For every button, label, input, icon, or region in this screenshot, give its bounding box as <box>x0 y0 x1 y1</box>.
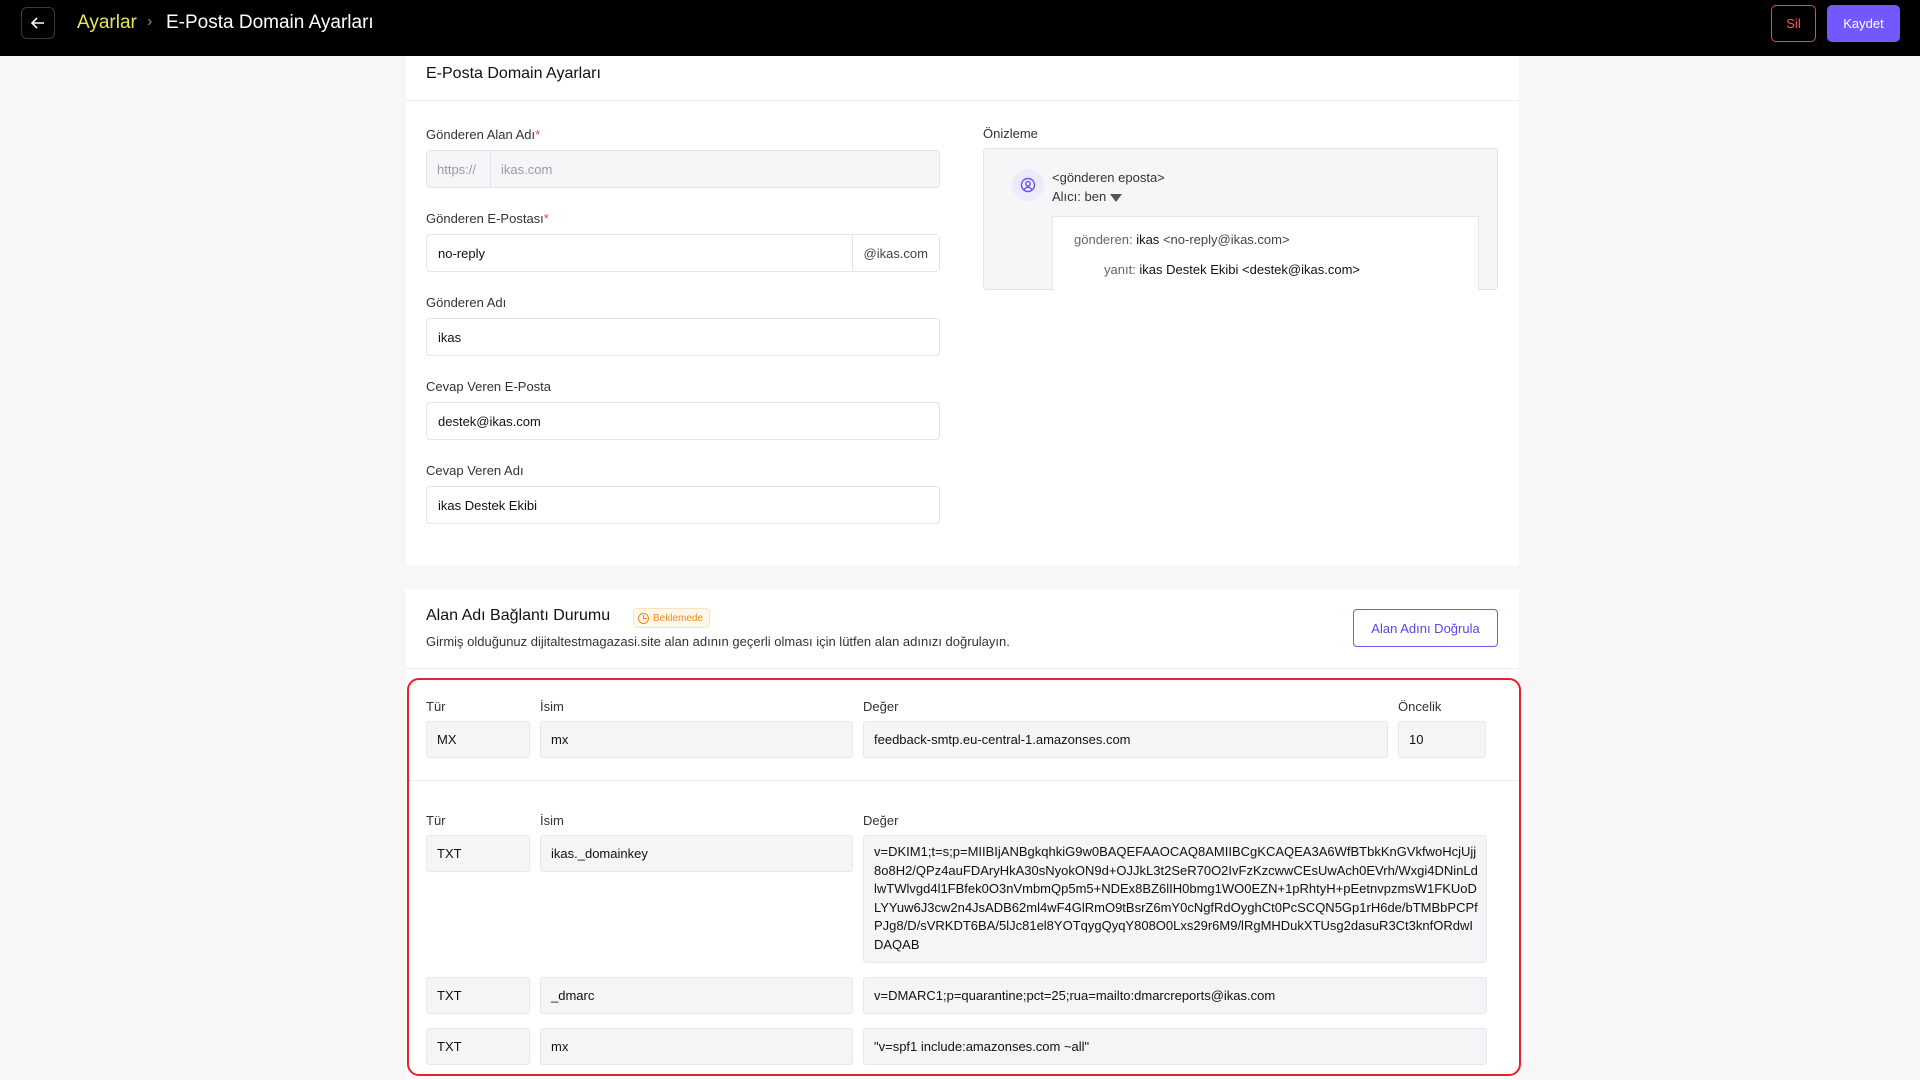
email-domain-settings-card: E-Posta Domain Ayarları Gönderen Alan Ad… <box>406 56 1519 566</box>
sender-name-label: Gönderen Adı <box>426 295 507 310</box>
reply-name-label: Cevap Veren Adı <box>426 463 524 478</box>
sender-name-input[interactable]: ikas <box>426 318 940 356</box>
preview-reply-row: yanıt: ikas Destek Ekibi <destek@ikas.co… <box>1104 262 1360 277</box>
delete-button[interactable]: Sil <box>1771 5 1816 42</box>
preview-details: gönderen: ikas <no-reply@ikas.com> yanıt… <box>1052 216 1479 291</box>
preview-label: Önizleme <box>983 126 1038 141</box>
user-avatar-icon <box>1012 169 1044 201</box>
email-domain-suffix: @ikas.com <box>851 235 939 271</box>
breadcrumb-parent-link[interactable]: Ayarlar <box>77 12 137 34</box>
sender-email-input[interactable]: no-reply @ikas.com <box>426 234 940 272</box>
divider <box>406 668 1519 669</box>
clock-icon <box>638 612 649 624</box>
dns-records-highlight <box>407 678 1521 1076</box>
email-preview: <gönderen eposta> Alıcı: ben gönderen: i… <box>983 148 1498 291</box>
preview-sender: <gönderen eposta> <box>1052 170 1165 185</box>
save-button[interactable]: Kaydet <box>1827 5 1900 42</box>
reply-email-input[interactable]: destek@ikas.com <box>426 402 940 440</box>
reply-email-label: Cevap Veren E-Posta <box>426 379 552 394</box>
sender-email-label: Gönderen E-Postası* <box>426 211 549 226</box>
preview-from-row: gönderen: ikas <no-reply@ikas.com> <box>1074 232 1290 247</box>
sender-domain-label: Gönderen Alan Adı* <box>426 127 541 142</box>
verify-domain-button[interactable]: Alan Adını Doğrula <box>1353 609 1498 647</box>
caret-down-icon <box>1110 193 1123 202</box>
status-badge: Beklemede <box>633 608 711 628</box>
domain-status-description: Girmiş olduğunuz dijitaltestmagazasi.sit… <box>426 634 1010 649</box>
sender-domain-input[interactable]: https:// ikas.com <box>426 150 940 188</box>
back-button[interactable] <box>21 7 55 39</box>
reply-name-input[interactable]: ikas Destek Ekibi <box>426 486 940 524</box>
https-prefix: https:// <box>427 151 491 187</box>
settings-card-title: E-Posta Domain Ayarları <box>426 65 601 82</box>
domain-status-title: Alan Adı Bağlantı Durumu <box>426 607 611 624</box>
arrow-left-icon <box>31 17 44 29</box>
divider <box>406 100 1519 101</box>
page-title: E-Posta Domain Ayarları <box>166 12 374 33</box>
preview-recipient[interactable]: Alıcı: ben <box>1052 189 1123 204</box>
top-bar: Ayarlar › E-Posta Domain Ayarları Sil Ka… <box>0 0 1920 56</box>
chevron-right-icon: › <box>147 13 153 30</box>
